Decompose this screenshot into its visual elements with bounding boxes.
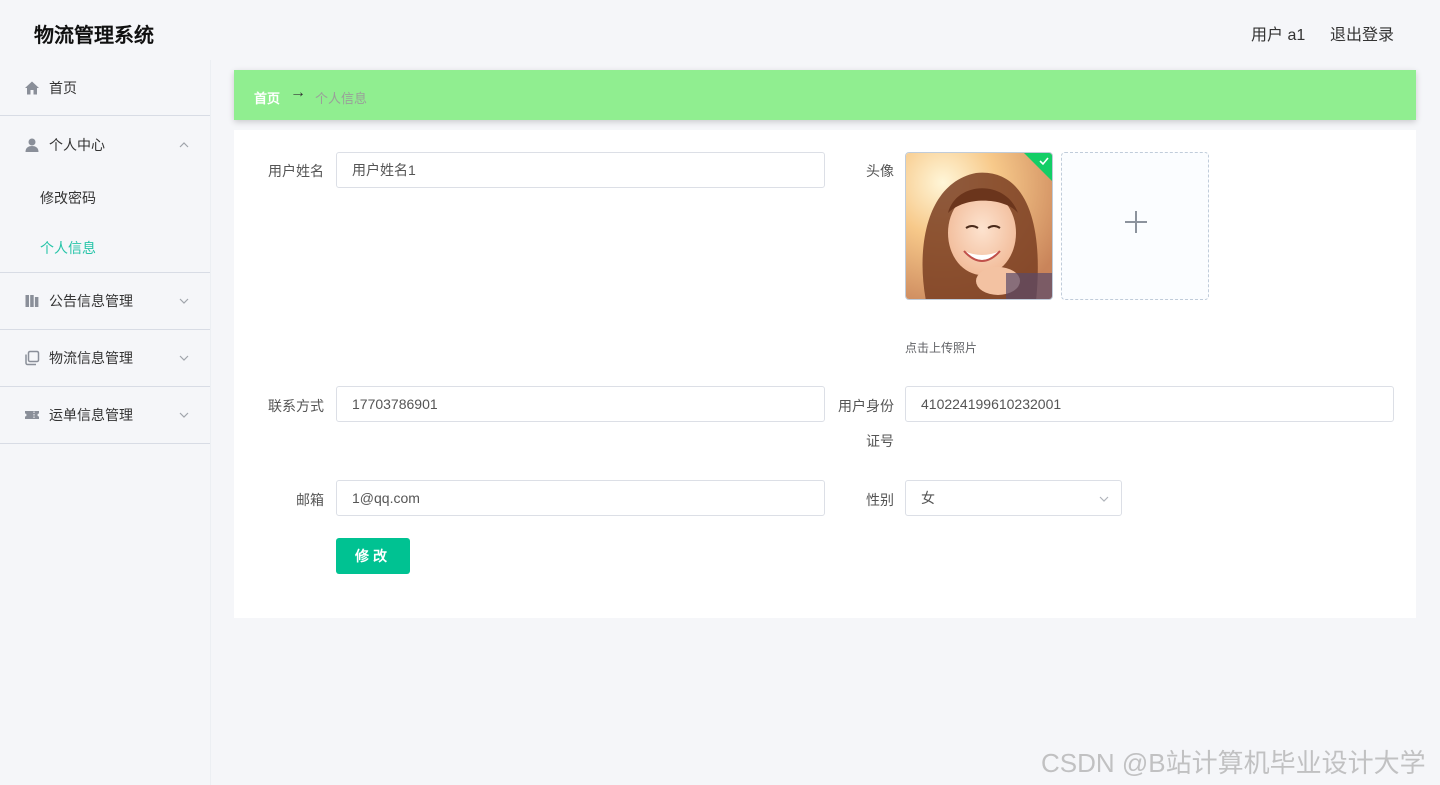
notice-icon bbox=[25, 295, 39, 307]
chevron-down-icon bbox=[179, 298, 189, 304]
home-icon bbox=[25, 81, 39, 95]
gender-select[interactable]: 女 bbox=[905, 480, 1122, 516]
sidebar-border bbox=[210, 60, 211, 785]
sidebar-item-label: 个人中心 bbox=[49, 137, 105, 153]
breadcrumb-home[interactable]: 首页 bbox=[254, 88, 280, 107]
gender-label: 性别 bbox=[866, 492, 894, 508]
sidebar: 首页 个人中心 修改密码 个人信息 公告信息管理 物流信息管理 运单信息管理 bbox=[0, 60, 210, 785]
sidebar-divider bbox=[0, 443, 210, 444]
sidebar-item-notice-management[interactable]: 公告信息管理 bbox=[0, 273, 210, 329]
submit-button[interactable]: 修改 bbox=[336, 538, 410, 574]
email-label: 邮箱 bbox=[296, 492, 324, 508]
watermark: CSDN @B站计算机毕业设计大学 bbox=[1041, 748, 1426, 778]
chevron-down-icon bbox=[179, 355, 189, 361]
avatar-label: 头像 bbox=[866, 163, 894, 179]
sidebar-item-personal-center[interactable]: 个人中心 bbox=[0, 117, 210, 173]
upload-tip: 点击上传照片 bbox=[905, 341, 978, 355]
gender-select-value: 女 bbox=[921, 490, 935, 506]
profile-form: 用户姓名 用户姓名1 头像 点击上传照片 联系方式 17703786901 用户… bbox=[234, 130, 1416, 618]
sidebar-item-waybill-management[interactable]: 运单信息管理 bbox=[0, 387, 210, 443]
plus-icon bbox=[1125, 211, 1147, 233]
current-user-label: 用户 a1 bbox=[1251, 27, 1306, 44]
user-icon bbox=[25, 138, 39, 152]
sidebar-subitem-personal-info[interactable]: 个人信息 bbox=[40, 238, 96, 258]
chevron-up-icon bbox=[179, 142, 189, 148]
username-label: 用户姓名 bbox=[268, 163, 324, 179]
avatar-image[interactable] bbox=[905, 152, 1053, 300]
email-input[interactable]: 1@qq.com bbox=[336, 480, 825, 516]
ticket-icon bbox=[25, 411, 39, 419]
sidebar-item-label: 首页 bbox=[49, 80, 77, 96]
idcard-label-line1: 用户身份 bbox=[838, 398, 894, 414]
copy-icon bbox=[25, 350, 40, 366]
sidebar-item-logistics-management[interactable]: 物流信息管理 bbox=[0, 330, 210, 386]
check-icon bbox=[1039, 157, 1049, 166]
logout-link[interactable]: 退出登录 bbox=[1330, 21, 1394, 45]
username-input[interactable]: 用户姓名1 bbox=[336, 152, 825, 188]
phone-label: 联系方式 bbox=[268, 398, 324, 414]
sidebar-divider bbox=[0, 115, 210, 116]
sidebar-item-label: 公告信息管理 bbox=[49, 293, 133, 309]
idcard-input[interactable]: 410224199610232001 bbox=[905, 386, 1394, 422]
chevron-down-icon bbox=[179, 412, 189, 418]
idcard-label-line2: 证号 bbox=[866, 433, 894, 449]
breadcrumb: 首页 → 个人信息 bbox=[234, 70, 1416, 120]
sidebar-item-home[interactable]: 首页 bbox=[0, 60, 210, 116]
sidebar-subitem-change-password[interactable]: 修改密码 bbox=[40, 188, 96, 208]
avatar-upload-button[interactable] bbox=[1061, 152, 1209, 300]
sidebar-item-label: 物流信息管理 bbox=[49, 350, 133, 366]
top-header: 物流管理系统 用户 a1 退出登录 bbox=[0, 0, 1440, 60]
breadcrumb-current: 个人信息 bbox=[315, 91, 368, 106]
phone-input[interactable]: 17703786901 bbox=[336, 386, 825, 422]
sidebar-item-label: 运单信息管理 bbox=[49, 407, 133, 423]
breadcrumb-separator: → bbox=[290, 84, 306, 101]
app-title: 物流管理系统 bbox=[34, 25, 154, 47]
chevron-down-icon bbox=[1099, 496, 1109, 502]
